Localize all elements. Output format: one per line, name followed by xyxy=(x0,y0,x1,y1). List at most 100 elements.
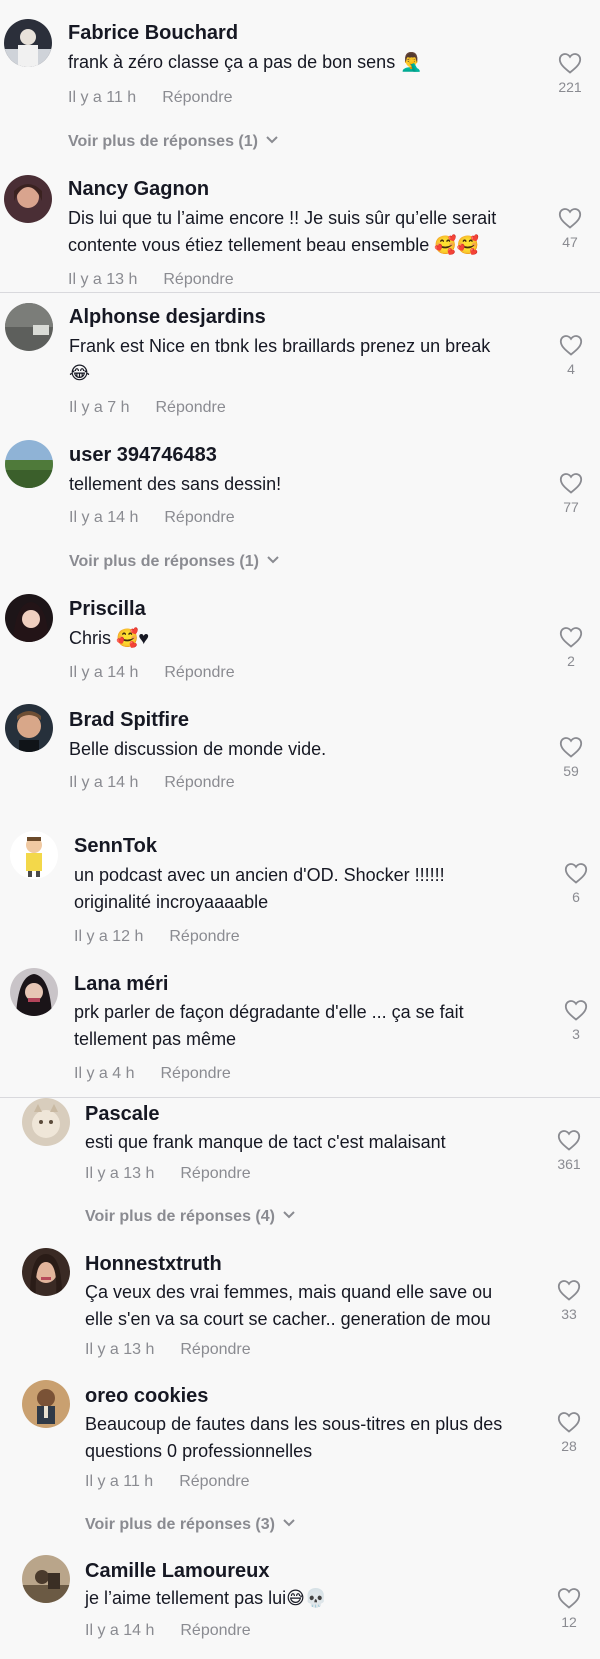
like-button[interactable]: 3 xyxy=(556,999,596,1042)
reply-button[interactable]: Répondre xyxy=(162,89,232,106)
comment-author[interactable]: Brad Spitfire xyxy=(69,709,189,732)
comment-time: Il y a 13 h xyxy=(85,1165,155,1182)
comment-text-line: elle s'en va sa court se cacher.. genera… xyxy=(85,1309,491,1329)
comment-time: Il y a 11 h xyxy=(85,1473,154,1490)
avatar[interactable] xyxy=(5,704,53,752)
divider xyxy=(0,1097,600,1098)
comment-time: Il y a 14 h xyxy=(69,664,139,681)
comment-text: Ça veux des vrai femmes, mais quand elle… xyxy=(85,1279,545,1333)
view-more-replies[interactable]: Voir plus de réponses (3) xyxy=(85,1516,295,1534)
like-button[interactable]: 4 xyxy=(551,334,591,377)
avatar[interactable] xyxy=(4,175,52,223)
avatar[interactable] xyxy=(4,19,52,67)
comment-meta: Il y a 13 h Répondre xyxy=(68,271,234,289)
avatar[interactable] xyxy=(5,440,53,488)
reply-button[interactable]: Répondre xyxy=(180,1165,250,1182)
reply-button[interactable]: Répondre xyxy=(164,664,234,681)
comment-text: prk parler de façon dégradante d'elle ..… xyxy=(74,999,534,1053)
comment-meta: Il y a 14 h Répondre xyxy=(69,774,235,792)
comment-meta: Il y a 13 h Répondre xyxy=(85,1165,251,1183)
comment-time: Il y a 14 h xyxy=(85,1622,155,1639)
avatar[interactable] xyxy=(10,831,58,879)
comment-author[interactable]: user 394746483 xyxy=(69,444,217,467)
reply-button[interactable]: Répondre xyxy=(169,928,239,945)
comment-author[interactable]: Lana méri xyxy=(74,973,168,996)
comment-text-line: Chris 🥰♥ xyxy=(69,628,150,648)
comment-author[interactable]: Alphonse desjardins xyxy=(69,306,266,329)
like-count: 12 xyxy=(561,1614,577,1630)
avatar[interactable] xyxy=(22,1098,70,1146)
reply-button[interactable]: Répondre xyxy=(164,774,234,791)
heart-outline-icon xyxy=(564,1000,588,1021)
comment-text-line: Ça veux des vrai femmes, mais quand elle… xyxy=(85,1282,493,1302)
like-button[interactable]: 28 xyxy=(549,1411,589,1454)
comment-text: Chris 🥰♥ xyxy=(69,625,529,652)
comment-author[interactable]: Camille Lamoureux xyxy=(85,1560,270,1583)
heart-outline-icon xyxy=(559,627,583,648)
reply-button[interactable]: Répondre xyxy=(180,1341,250,1358)
comment-author[interactable]: Nancy Gagnon xyxy=(68,178,209,201)
comment-text-line: je l’aime tellement pas lui😅💀 xyxy=(85,1588,328,1608)
comment-author[interactable]: Honnestxtruth xyxy=(85,1253,222,1276)
reply-button[interactable]: Répondre xyxy=(164,509,234,526)
comment-meta: Il y a 11 h Répondre xyxy=(68,89,232,107)
avatar[interactable] xyxy=(10,968,58,1016)
view-more-replies[interactable]: Voir plus de réponses (1) xyxy=(68,133,278,151)
view-more-replies-label: Voir plus de réponses (1) xyxy=(69,553,259,570)
comment-text: Dis lui que tu l’aime encore !! Je suis … xyxy=(68,205,528,259)
comment-text: Frank est Nice en tbnk les braillards pr… xyxy=(69,333,529,387)
comment-text-line: tellement pas même xyxy=(74,1029,237,1049)
reply-button[interactable]: Répondre xyxy=(160,1065,230,1082)
like-count: 77 xyxy=(563,499,579,515)
comment-meta: Il y a 7 h Répondre xyxy=(69,399,226,417)
avatar[interactable] xyxy=(5,303,53,351)
comment-feed: Fabrice Bouchard frank à zéro classe ça … xyxy=(0,0,600,1659)
like-button[interactable]: 47 xyxy=(550,207,590,250)
reply-button[interactable]: Répondre xyxy=(179,1473,249,1490)
comment-meta: Il y a 12 h Répondre xyxy=(74,928,240,946)
like-count: 59 xyxy=(563,763,579,779)
like-button[interactable]: 6 xyxy=(556,862,596,905)
comment-time: Il y a 14 h xyxy=(69,774,139,791)
chevron-down-icon xyxy=(266,136,278,144)
like-button[interactable]: 59 xyxy=(551,736,591,779)
comment-author[interactable]: Pascale xyxy=(85,1103,160,1126)
reply-button[interactable]: Répondre xyxy=(163,271,233,288)
heart-outline-icon xyxy=(558,53,582,74)
comment-author[interactable]: oreo cookies xyxy=(85,1385,208,1408)
comment-author[interactable]: Priscilla xyxy=(69,598,146,621)
comment-text-line: prk parler de façon dégradante d'elle ..… xyxy=(74,1002,464,1022)
reply-button[interactable]: Répondre xyxy=(180,1622,250,1639)
comment-time: Il y a 14 h xyxy=(69,509,139,526)
avatar[interactable] xyxy=(22,1555,70,1603)
avatar[interactable] xyxy=(5,594,53,642)
comment-author[interactable]: Fabrice Bouchard xyxy=(68,22,238,45)
comment-author[interactable]: SennTok xyxy=(74,835,157,858)
like-button[interactable]: 361 xyxy=(549,1129,589,1172)
comment-text-line: un podcast avec un ancien d'OD. Shocker … xyxy=(74,865,445,885)
avatar[interactable] xyxy=(22,1380,70,1428)
reply-button[interactable]: Répondre xyxy=(155,399,225,416)
like-button[interactable]: 221 xyxy=(550,52,590,95)
like-button[interactable]: 77 xyxy=(551,472,591,515)
comment-meta: Il y a 11 h Répondre xyxy=(85,1473,249,1491)
comment-text-line: contente vous étiez tellement beau ensem… xyxy=(68,235,480,255)
view-more-replies-label: Voir plus de réponses (4) xyxy=(85,1208,275,1225)
view-more-replies[interactable]: Voir plus de réponses (1) xyxy=(69,553,279,571)
like-button[interactable]: 12 xyxy=(549,1587,589,1630)
comment-text-line: esti que frank manque de tact c'est mala… xyxy=(85,1132,446,1152)
comment-text-line: questions 0 professionnelles xyxy=(85,1441,313,1461)
comment-time: Il y a 11 h xyxy=(68,89,137,106)
comment-text: je l’aime tellement pas lui😅💀 xyxy=(85,1585,545,1612)
like-button[interactable]: 2 xyxy=(551,626,591,669)
view-more-replies[interactable]: Voir plus de réponses (4) xyxy=(85,1208,295,1226)
like-button[interactable]: 33 xyxy=(549,1279,589,1322)
comment-text: Belle discussion de monde vide. xyxy=(69,736,529,763)
like-count: 28 xyxy=(561,1438,577,1454)
heart-outline-icon xyxy=(559,335,583,356)
chevron-down-icon xyxy=(267,556,279,564)
avatar[interactable] xyxy=(22,1248,70,1296)
heart-outline-icon xyxy=(557,1588,581,1609)
comment-text-line: Belle discussion de monde vide. xyxy=(69,739,327,759)
like-count: 2 xyxy=(567,653,575,669)
